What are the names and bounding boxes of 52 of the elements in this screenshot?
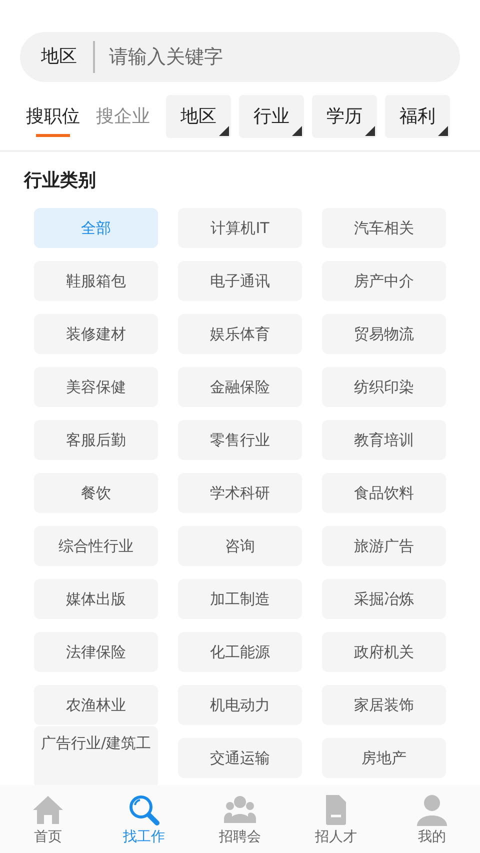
- industry-option[interactable]: 金融保险: [178, 367, 302, 407]
- search-tab[interactable]: 搜职位: [18, 91, 88, 141]
- industry-option[interactable]: 客服后勤: [34, 420, 158, 460]
- corner-triangle-icon: [292, 126, 302, 136]
- nav-tab[interactable]: 招人才: [288, 785, 384, 853]
- nav-tab[interactable]: 招聘会: [192, 785, 288, 853]
- filter-dropdown[interactable]: 学历: [312, 94, 377, 138]
- industry-option[interactable]: 教育培训: [322, 420, 446, 460]
- industry-option[interactable]: 房地产: [322, 738, 446, 778]
- industry-option[interactable]: 纺织印染: [322, 367, 446, 407]
- industry-option[interactable]: 旅游广告: [322, 526, 446, 566]
- industry-option[interactable]: 加工制造: [178, 579, 302, 619]
- search-bar: 地区 请输入关键字: [20, 32, 460, 82]
- industry-option[interactable]: 计算机IT: [178, 208, 302, 248]
- nav-tab[interactable]: 首页: [0, 785, 96, 853]
- industry-option[interactable]: 化工能源: [178, 632, 302, 672]
- person-icon: [415, 793, 449, 827]
- search-tab[interactable]: 搜企业: [88, 91, 158, 141]
- industry-option[interactable]: 贸易物流: [322, 314, 446, 354]
- industry-option[interactable]: 餐饮: [34, 473, 158, 513]
- industry-option[interactable]: 政府机关: [322, 632, 446, 672]
- industry-option[interactable]: 机电动力: [178, 685, 302, 725]
- industry-option[interactable]: 采掘冶炼: [322, 579, 446, 619]
- industry-option[interactable]: 家居装饰: [322, 685, 446, 725]
- corner-triangle-icon: [219, 126, 229, 136]
- region-selector[interactable]: 地区: [20, 41, 93, 73]
- industry-option[interactable]: 汽车相关: [322, 208, 446, 248]
- industry-option[interactable]: 娱乐体育: [178, 314, 302, 354]
- filter-dropdown[interactable]: 行业: [239, 94, 304, 138]
- industry-option[interactable]: 交通运输: [178, 738, 302, 778]
- corner-triangle-icon: [365, 126, 375, 136]
- corner-triangle-icon: [438, 126, 448, 136]
- nav-tab[interactable]: 我的: [384, 785, 480, 853]
- industry-option[interactable]: 美容保健: [34, 367, 158, 407]
- section-title: 行业类别: [24, 169, 97, 193]
- industry-option[interactable]: 法律保险: [34, 632, 158, 672]
- industry-option[interactable]: 农渔林业: [34, 685, 158, 725]
- industry-option[interactable]: 学术科研: [178, 473, 302, 513]
- home-icon: [31, 793, 65, 827]
- industry-option[interactable]: 房产中介: [322, 261, 446, 301]
- industry-option[interactable]: 鞋服箱包: [34, 261, 158, 301]
- search-icon: [127, 793, 161, 827]
- industry-option[interactable]: 广告行业/建筑工: [34, 726, 158, 788]
- industry-option[interactable]: 综合性行业: [34, 526, 158, 566]
- industry-option[interactable]: 媒体出版: [34, 579, 158, 619]
- industry-option[interactable]: 零售行业: [178, 420, 302, 460]
- industry-option[interactable]: 食品饮料: [322, 473, 446, 513]
- filter-dropdown[interactable]: 福利: [385, 94, 450, 138]
- industry-option[interactable]: 咨询: [178, 526, 302, 566]
- industry-option[interactable]: 装修建材: [34, 314, 158, 354]
- filter-dropdown[interactable]: 地区: [166, 94, 231, 138]
- industry-option[interactable]: 电子通讯: [178, 261, 302, 301]
